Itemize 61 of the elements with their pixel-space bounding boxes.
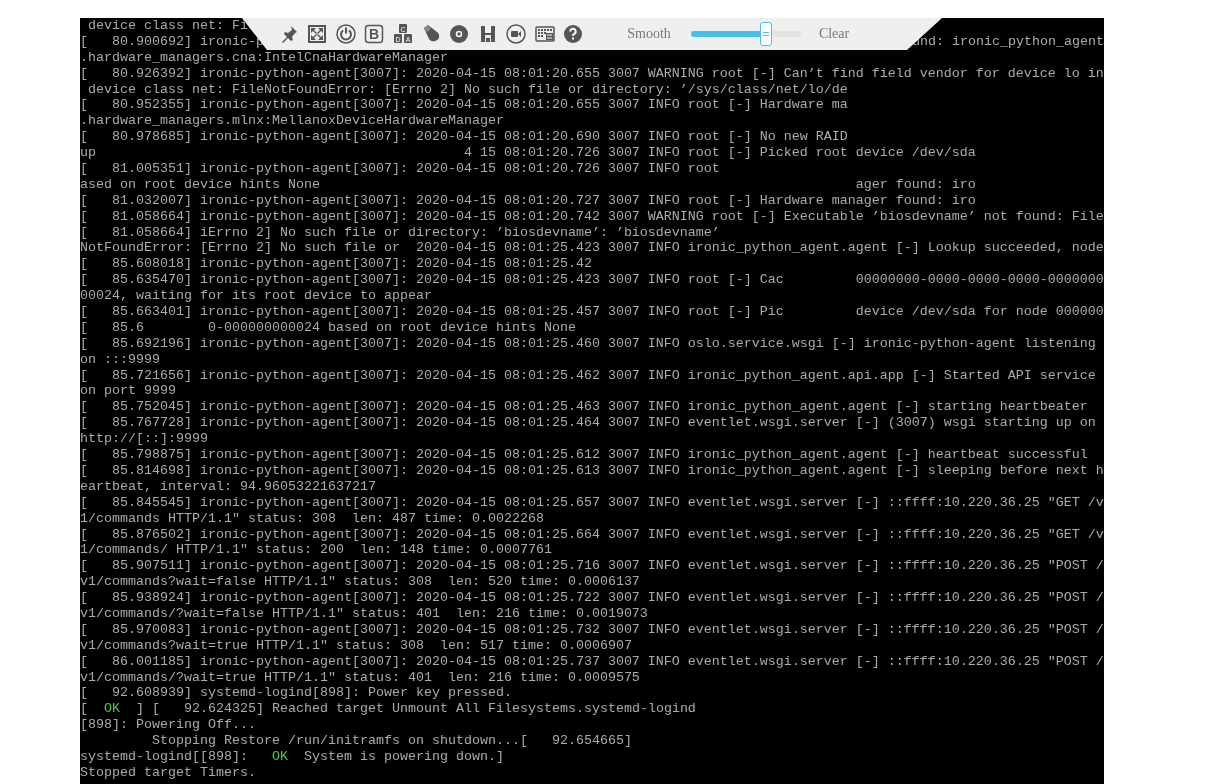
- console-line: [ 81.058664] ironic-python-agent[3007]: 2020-04-15 08:01:20.742 3007 WARNING root [-] Executable ’biosdevname’ not found: File: [80, 208, 1104, 225]
- console-line: [ 85.663401] ironic-python-agent[3007]: 2020-04-15 08:01:25.457 3007 INFO root [-] Pic device /dev/sda for node 000000: [80, 304, 1104, 320]
- console-line: v1/commands?wait=true HTTP/1.1" status: 308 len: 517 time: 0.0006907: [80, 637, 632, 654]
- power-icon-button[interactable]: [335, 24, 356, 44]
- help-icon-button[interactable]: [562, 24, 583, 44]
- fullscreen-icon-button[interactable]: [307, 24, 328, 44]
- console-line: [ 85.6 0-000000000024 based on root device hints None: [80, 319, 576, 336]
- console-text: systemd-logind[[898]:: [80, 748, 248, 764]
- slider-label: Smooth: [627, 26, 671, 42]
- console-line: ased on root device hints None ager found: iro: [80, 176, 976, 193]
- console-line: [ 85.845545] ironic-python-agent[3007]: 2020-04-15 08:01:25.657 3007 INFO eventlet.wsgi.server [-] ::ffff:10.220.36.25 "GET /v: [80, 494, 1104, 511]
- console-line: [ 85.767728] ironic-python-agent[3007]: 2020-04-15 08:01:25.464 3007 INFO eventlet.wsgi.server [-] (3007) wsgi starting up on: [80, 415, 1096, 432]
- console-line: device class net: Fi: [87, 18, 248, 34]
- console-line: Stopped target Timers.: [80, 764, 256, 781]
- console-line: [ 85.608018] ironic-python-agent[3007]: 2020-04-15 08:01:25.42: [80, 256, 592, 273]
- ok-status: OK: [104, 701, 120, 717]
- console-line: [ 85.721656] ironic-python-agent[3007]: 2020-04-15 08:01:25.462 3007 INFO ironic_python_agent.api.app [-] Started API service: [80, 367, 1096, 384]
- console-line: [898]: Powering Off...: [80, 717, 256, 734]
- console-text: ] [ 92.624325] Reached target Unmount All Filesystems.systemd-logind: [136, 701, 696, 717]
- console-line: 1/commands HTTP/1.1" status: 308 len: 487 time: 0.0022268: [80, 510, 544, 527]
- console-line: on port 9999: [80, 383, 176, 400]
- console-line: [ 86.001185] ironic-python-agent[3007]: 2020-04-15 08:01:25.737 3007 INFO eventlet.wsgi.server [-] ::ffff:10.220.36.25 "POST /: [80, 653, 1104, 670]
- console-line: http://[::]:9999: [80, 431, 208, 448]
- console-line: [ 85.752045] ironic-python-agent[3007]: 2020-04-15 08:01:25.463 3007 INFO ironic_python_agent.agent [-] starting heartbeater: [80, 399, 1088, 416]
- console-line: [ 92.608939] systemd-logind[898]: Power key pressed.: [80, 685, 512, 702]
- console-line: eartbeat, interval: 94.96053221637217: [80, 478, 376, 495]
- console-line: [ 85.907511] ironic-python-agent[3007]: 2020-04-15 08:01:25.716 3007 INFO eventlet.wsgi.server [-] ::ffff:10.220.36.25 "POST /: [80, 558, 1104, 575]
- console-line: device class net: FileNotFoundError: [Errno 2] No such file or directory: ’/sys/class/net/lo/de: [87, 81, 848, 98]
- console-line: [ 81.032007] ironic-python-agent[3007]: 2020-04-15 08:01:20.727 3007 INFO root [-] Hardware manager found: iro: [80, 192, 976, 209]
- console-line: [ 81.005351] ironic-python-agent[3007]: 2020-04-15 08:01:20.726 3007 INFO root: [80, 161, 720, 177]
- console-line: [ 85.938924] ironic-python-agent[3007]: 2020-04-15 08:01:25.722 3007 INFO eventlet.wsgi.server [-] ::ffff:10.220.36.25 "POST /: [80, 590, 1104, 606]
- console-line: 00024, waiting for its root device to appear: [80, 288, 432, 305]
- console-line: up 4 15 08:01:20.726 3007 INFO root [-] Picked root device /dev/sda: [80, 145, 976, 161]
- keyboard-icon-button[interactable]: [534, 24, 555, 44]
- console-line: .hardware_managers.mlnx:MellanoxDeviceHardwareManager: [80, 113, 504, 130]
- console-line: [ 85.798875] ironic-python-agent[3007]: 2020-04-15 08:01:25.612 3007 INFO ironic_python_agent.agent [-] heartbeat successful: [80, 447, 1088, 463]
- console-line: [ 80.926392] ironic-python-agent[3007]: 2020-04-15 08:01:20.655 3007 WARNING root [-] Can’t find field vendor for device lo in: [80, 65, 1104, 82]
- console-text: System is powering down.]: [303, 748, 504, 764]
- console-line: [ 85.692196] ironic-python-agent[3007]: 2020-04-15 08:01:25.460 3007 INFO oslo.service.wsgi [-] ironic-python-agent listening: [80, 335, 1096, 352]
- console-line: [ 85.876502] ironic-python-agent[3007]: 2020-04-15 08:01:25.664 3007 INFO eventlet.wsgi.server [-] ::ffff:10.220.36.25 "GET /v: [80, 526, 1104, 543]
- letter-icon-button[interactable]: B: [364, 24, 385, 44]
- console-text: [: [80, 701, 88, 717]
- console-line: v1/commands/?wait=false HTTP/1.1" status: 401 len: 216 time: 0.0019073: [80, 605, 648, 622]
- console-line: [ 85.970083] ironic-python-agent[3007]: 2020-04-15 08:01:25.732 3007 INFO eventlet.wsgi.server [-] ::ffff:10.220.36.25 "POST /: [80, 621, 1104, 638]
- console-line: v1/commands/?wait=true HTTP/1.1" status: 401 len: 216 time: 0.0009575: [80, 669, 640, 686]
- console-line: [ 85.814698] ironic-python-agent[3007]: 2020-04-15 08:01:25.613 3007 INFO ironic_python_agent.agent [-] sleeping before next h: [80, 462, 1104, 479]
- disc-icon-button[interactable]: [449, 24, 470, 44]
- console-line: [ 85.635470] ironic-python-agent[3007]: 2020-04-15 08:01:25.423 3007 INFO root [-] Cac 00000000-0000-0000-0000-0000000: [80, 272, 1104, 289]
- video-camera-icon-button[interactable]: [506, 24, 527, 44]
- console-line: NotFoundError: [Errno 2] No such file or 2020-04-15 08:01:25.423 3007 INFO ironic_python_agent.agent [-] Lookup succeeded, node: [80, 240, 1104, 257]
- console-line: 1/commands/ HTTP/1.1" status: 200 len: 148 time: 0.0007761: [80, 542, 552, 559]
- console-line: [ 81.058664] iErrno 2] No such file or directory: ’biosdevname’: ’biosdevname’: [80, 224, 720, 241]
- console-line: Stopping Restore /run/initramfs on shutdown...[ 92.654665]: [150, 733, 632, 749]
- console-line: [ 80.978685] ironic-python-agent[3007]: 2020-04-15 08:01:20.690 3007 INFO root [-] No new RAID: [80, 129, 848, 146]
- console-line: [ 80.952355] ironic-python-agent[3007]: 2020-04-15 08:01:20.655 3007 INFO root [-] Hardware ma: [80, 97, 848, 114]
- console-line: on :::9999: [80, 351, 160, 368]
- console-line: v1/commands?wait=false HTTP/1.1" status: 308 len: 520 time: 0.0006137: [80, 574, 640, 591]
- slider-label: Clear: [818, 26, 850, 42]
- ok-status: OK: [271, 748, 288, 764]
- slider-thumb[interactable]: [759, 22, 772, 46]
- console-line: .hardware_managers.cna:IntelCnaHardwareManager: [80, 49, 448, 66]
